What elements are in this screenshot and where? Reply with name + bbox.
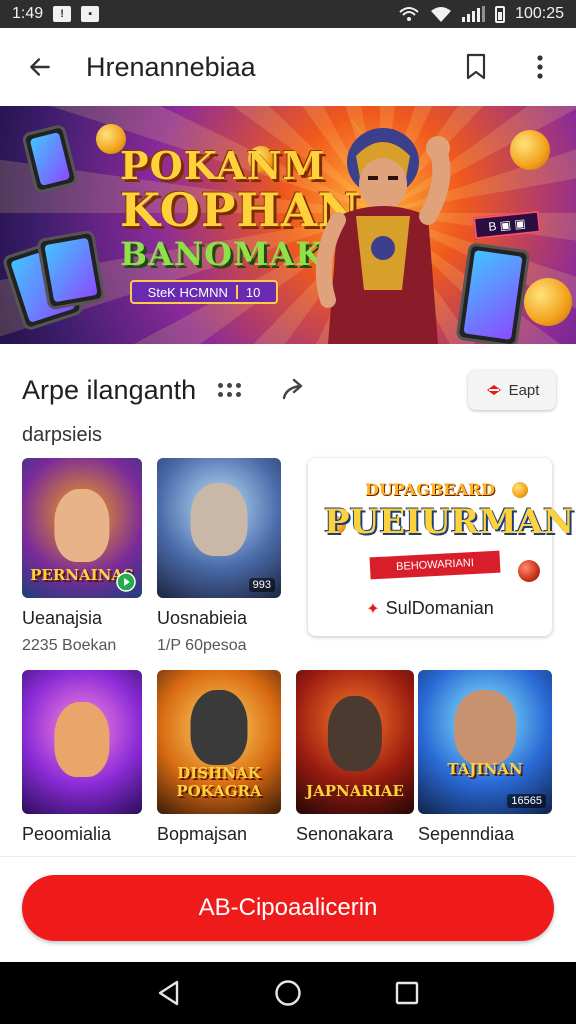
game-tile-name: Ueanajsia (22, 608, 103, 628)
play-badge-icon (116, 572, 136, 592)
game-tile-meta: 1/P 60pesoa (157, 637, 247, 654)
game-tile[interactable]: Peoomialia (22, 670, 142, 845)
page-title: Hrenannebiaa (86, 51, 256, 82)
coin-decoration (510, 130, 550, 170)
game-tile-badge: 993 (248, 578, 275, 592)
more-button[interactable] (524, 51, 556, 83)
nav-recents-button[interactable] (387, 973, 427, 1013)
promo-footer: ✦ SulDomanian (308, 598, 552, 619)
game-tile[interactable]: PERNAINAS Ueanajsia 2235 Boekan (22, 458, 142, 655)
bookmark-button[interactable] (460, 51, 492, 83)
status-clock: 100:25 (515, 5, 564, 22)
promo-card[interactable]: DUPAGBEARD PUEIURMAN BEHOWARIANI ✦ SulDo… (308, 458, 575, 636)
game-tile-meta: 2235 Boekan (22, 637, 117, 654)
phone-illustration (36, 229, 106, 311)
wifi-icon (431, 7, 452, 22)
status-time: 1:49 (12, 5, 44, 22)
back-triangle-icon (159, 980, 179, 1006)
hero-banner[interactable]: POKANM KOPHAN BANOMAK SteK HCMNN 10 B ▣ … (0, 106, 576, 344)
promo-mark-icon: ✦ (366, 600, 380, 618)
back-arrow-icon (30, 58, 50, 76)
game-tile-art-text: JAPNARIAE (306, 782, 404, 800)
share-arrow-icon[interactable] (280, 376, 308, 404)
game-tile[interactable]: JAPNARIAE Senonakara (296, 670, 414, 845)
cta-container: AB-Cipoaalicerin (0, 856, 576, 962)
game-tile-art: DISHNAK POKAGRA (157, 670, 281, 814)
coin-decoration (524, 278, 572, 326)
game-tile-name: Peoomialia (22, 824, 112, 844)
game-tile-art: PERNAINAS (22, 458, 142, 598)
section-filter-chip[interactable]: Eapt (468, 370, 556, 410)
battery-icon (495, 5, 506, 23)
recents-square-icon (395, 981, 418, 1005)
system-nav-bar (0, 962, 576, 1024)
image-icon: ▪ (81, 6, 100, 22)
game-tile-art: JAPNARIAE (296, 670, 414, 814)
nav-back-button[interactable] (149, 973, 189, 1013)
bookmark-icon (466, 53, 486, 80)
dots-grid-icon[interactable] (218, 380, 242, 400)
game-tile-art: 993 (157, 458, 281, 598)
notification-icon: ! (53, 6, 72, 22)
chip-divider (235, 285, 238, 299)
promo-art: DUPAGBEARD PUEIURMAN BEHOWARIANI (324, 476, 575, 586)
game-tile-name: Sepenndiaa (418, 824, 515, 844)
game-tile[interactable]: DISHNAK POKAGRA Bopmajsan (157, 670, 281, 845)
game-tile[interactable]: 993 Uosnabieia 1/P 60pesoa (157, 458, 281, 655)
app-bar: Hrenannebiaa (0, 28, 576, 106)
game-tile-art: TAJINAN 16565 (418, 670, 552, 814)
primary-cta-button[interactable]: AB-Cipoaalicerin (22, 875, 554, 941)
section-header: Arpe ilanganth Eapt (22, 366, 556, 414)
banner-title-line1: POKANM (120, 143, 326, 188)
more-vert-icon (537, 55, 543, 79)
signal-icon (462, 6, 486, 22)
game-tile-name: Uosnabieia (157, 608, 248, 628)
game-tile-art-text: TAJINAN (447, 760, 523, 778)
banner-chip-suffix: 10 (245, 284, 261, 300)
game-tile-art-text: DISHNAK POKAGRA (176, 764, 262, 800)
sync-icon (399, 7, 419, 21)
promo-line1: DUPAGBEARD (364, 480, 496, 499)
nav-home-button[interactable] (268, 973, 308, 1013)
promo-ribbon: BEHOWARIANI (369, 550, 501, 580)
game-tile-art (22, 670, 142, 814)
banner-chip-label: SteK HCMNN (147, 284, 228, 300)
section-subtitle: darpsieis (22, 424, 103, 446)
banner-chip[interactable]: SteK HCMNN 10 (130, 280, 278, 304)
game-tile-badge: 16565 (507, 794, 546, 808)
section-title: Arpe ilanganth (22, 374, 197, 405)
status-bar: 1:49 ! ▪ 100:25 (0, 0, 576, 28)
game-tile[interactable]: TAJINAN 16565 Sepenndiaa (418, 670, 552, 845)
section-chip-label: Eapt (508, 381, 540, 399)
back-button[interactable] (20, 47, 60, 87)
promo-line2: PUEIURMAN (324, 502, 575, 542)
tag-icon (486, 385, 501, 395)
home-circle-icon (275, 980, 301, 1006)
promo-footer-label: SulDomanian (385, 598, 494, 618)
hero-character-illustration (315, 120, 451, 344)
game-tile-name: Senonakara (296, 824, 394, 844)
game-tile-name: Bopmajsan (157, 824, 248, 844)
